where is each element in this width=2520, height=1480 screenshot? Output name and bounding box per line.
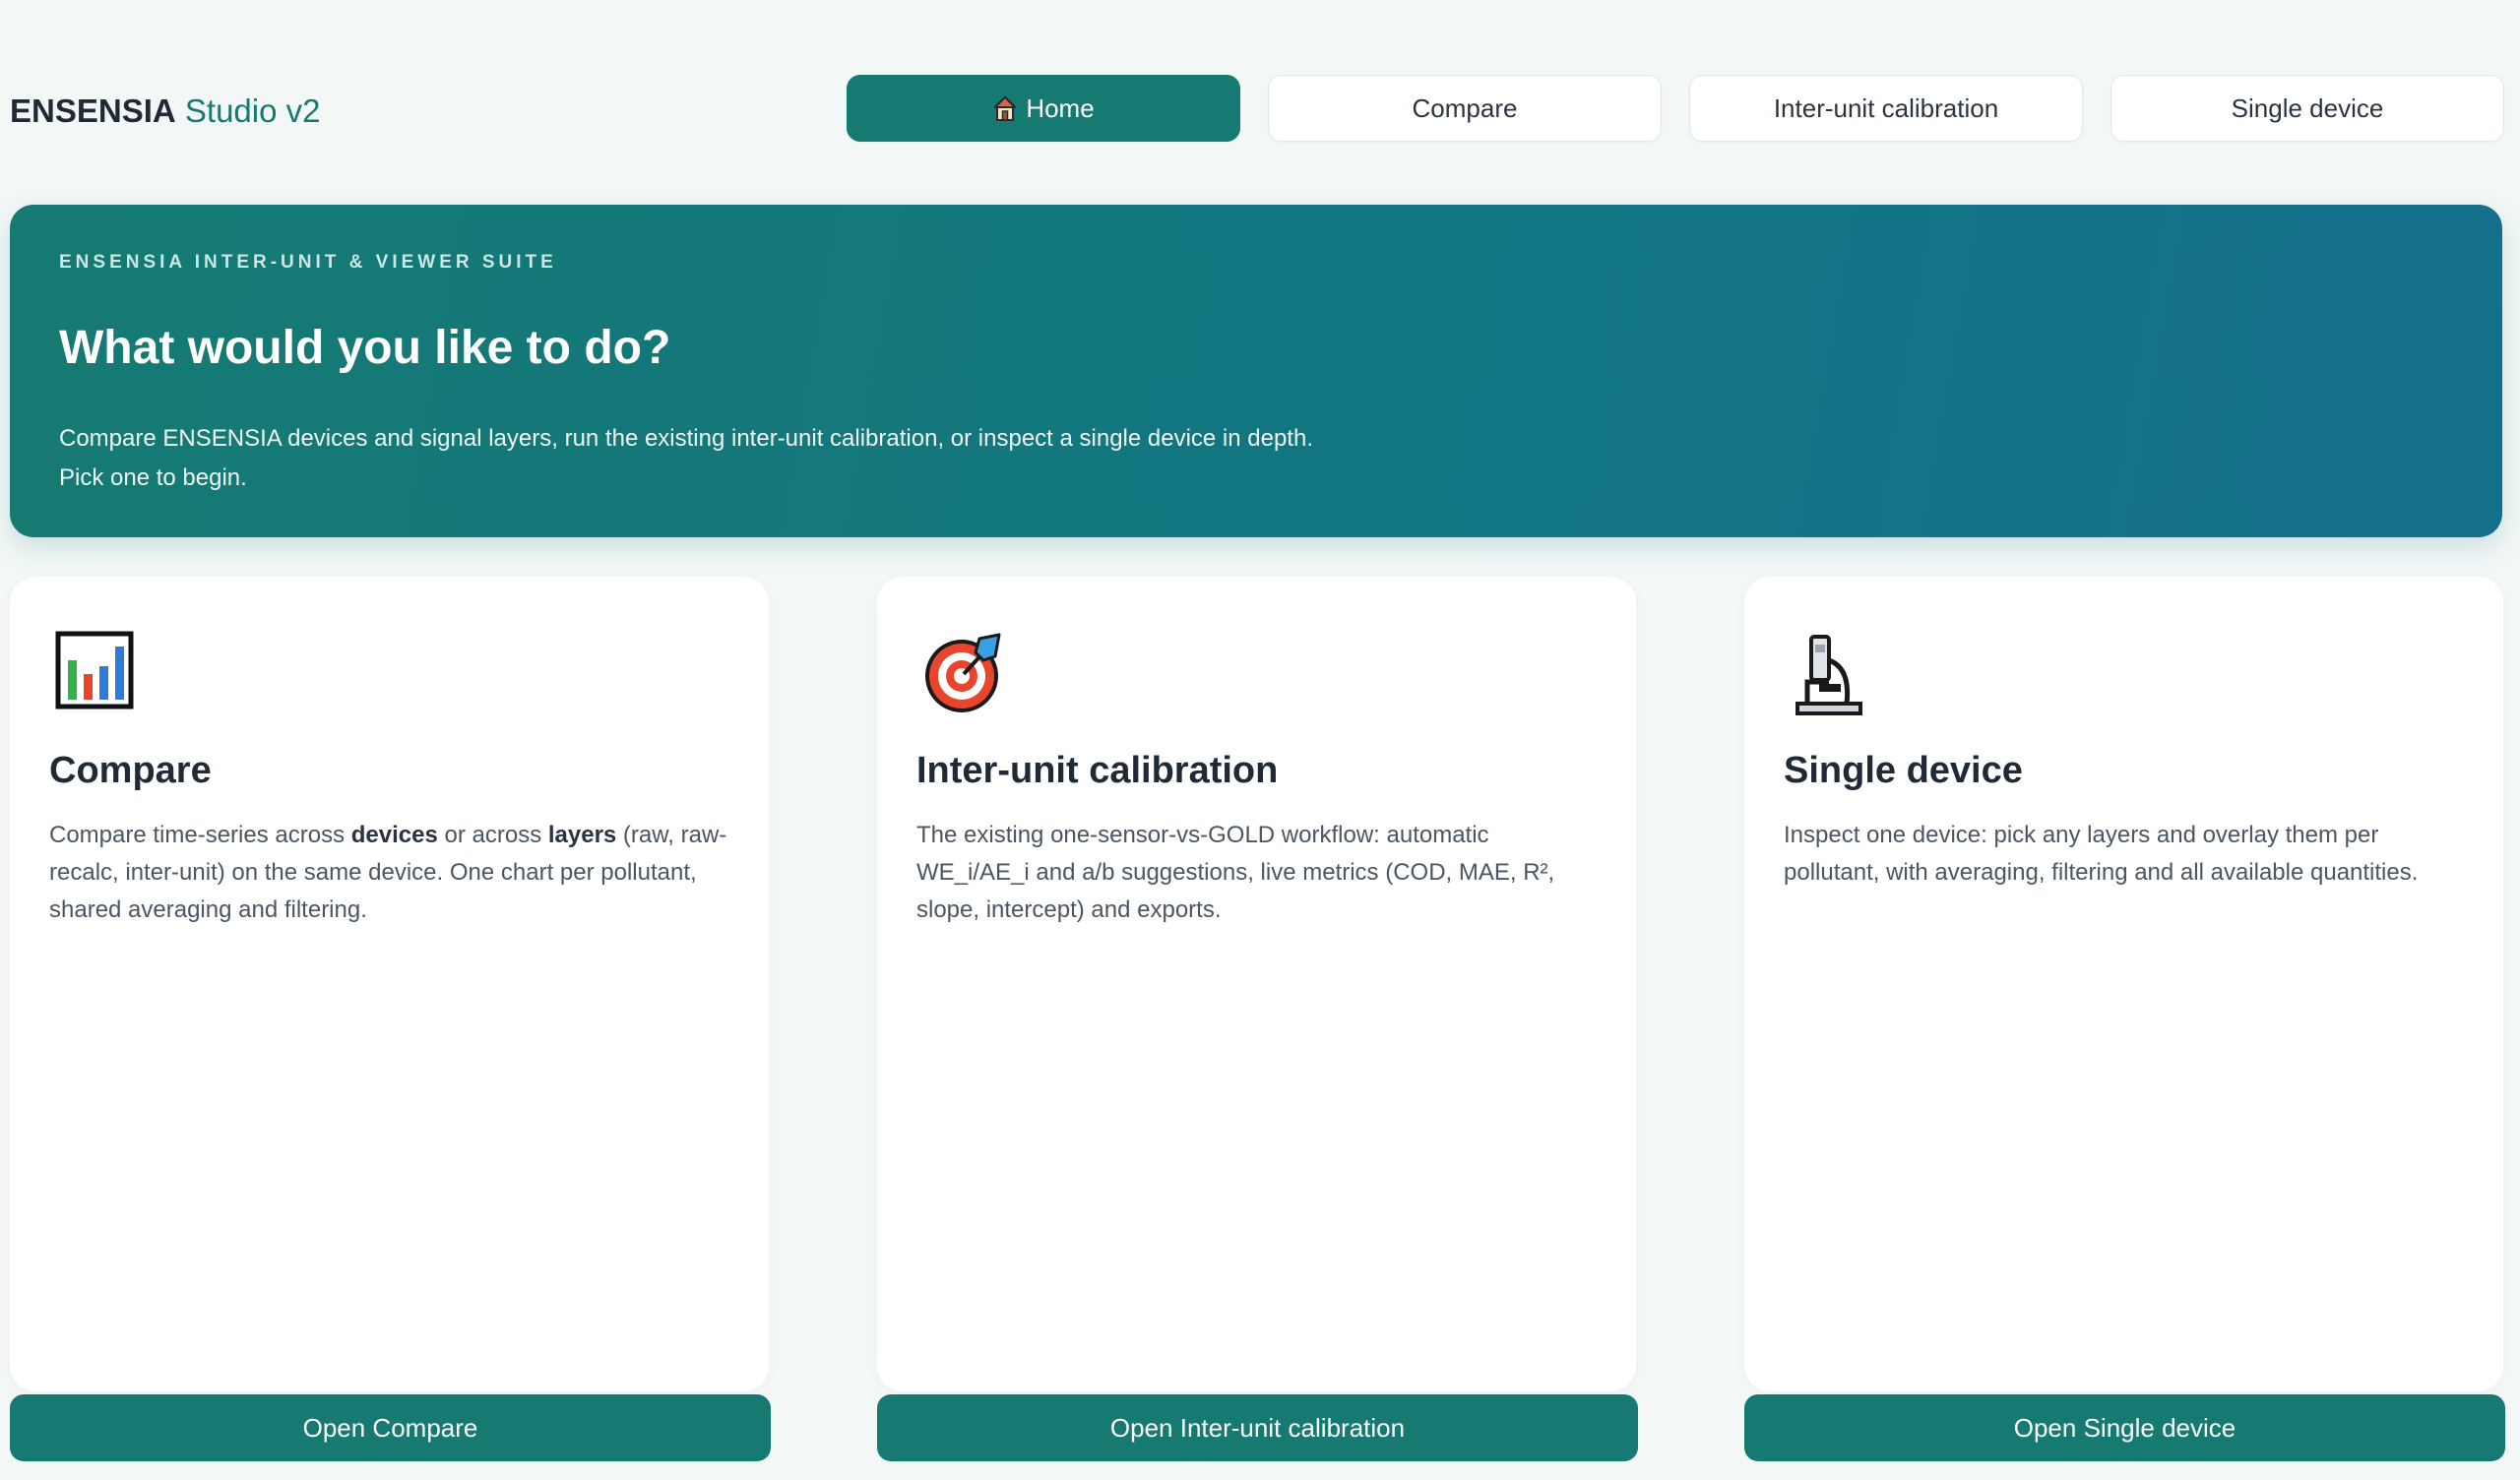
card-compare-desc-text: Compare time-series across bbox=[49, 822, 351, 848]
app-header: ENSENSIA Studio v2 Home Compare Inter-un… bbox=[0, 0, 2520, 197]
target-icon bbox=[922, 631, 1011, 719]
open-single-device-label: Open Single device bbox=[2013, 1412, 2236, 1443]
brand-name: ENSENSIA bbox=[10, 92, 176, 129]
brand-suffix: Studio v2 bbox=[184, 92, 321, 129]
nav-single-device-label: Single device bbox=[2231, 92, 2384, 123]
nav-compare-button[interactable]: Compare bbox=[1268, 75, 1662, 142]
hero-description: Compare ENSENSIA devices and signal laye… bbox=[59, 419, 1437, 498]
open-compare-button[interactable]: Open Compare bbox=[10, 1394, 771, 1461]
card-compare: Compare Compare time-series across devic… bbox=[10, 577, 769, 1391]
app-brand: ENSENSIA Studio v2 bbox=[10, 92, 320, 131]
hero-eyebrow: ENSENSIA INTER-UNIT & VIEWER SUITE bbox=[59, 252, 557, 273]
microscope-icon bbox=[1790, 631, 1878, 719]
card-inter-unit-description: The existing one-sensor-vs-GOLD workflow… bbox=[916, 822, 1555, 923]
bar-chart-icon bbox=[55, 631, 144, 719]
nav-inter-unit-button[interactable]: Inter-unit calibration bbox=[1689, 75, 2083, 142]
card-inter-unit-title: Inter-unit calibration bbox=[916, 750, 1279, 791]
card-compare-desc-text: or across bbox=[437, 822, 548, 848]
hero-description-line: Pick one to begin. bbox=[59, 464, 247, 491]
card-single-device-title: Single device bbox=[1784, 750, 2023, 791]
nav-single-device-button[interactable]: Single device bbox=[2110, 75, 2504, 142]
open-single-device-button[interactable]: Open Single device bbox=[1744, 1394, 2505, 1461]
hero-title: What would you like to do? bbox=[59, 322, 671, 374]
nav-home-button[interactable]: Home bbox=[847, 75, 1240, 142]
open-inter-unit-label: Open Inter-unit calibration bbox=[1109, 1412, 1406, 1443]
card-inter-unit: Inter-unit calibration The existing one-… bbox=[877, 577, 1636, 1391]
card-compare-description: Compare time-series across devices or ac… bbox=[49, 817, 738, 929]
card-single-device: Single device Inspect one device: pick a… bbox=[1744, 577, 2503, 1391]
hero-description-line: Compare ENSENSIA devices and signal laye… bbox=[59, 425, 1314, 452]
open-compare-label: Open Compare bbox=[302, 1412, 478, 1443]
house-icon bbox=[992, 94, 1018, 122]
card-compare-desc-emphasis: devices bbox=[350, 822, 438, 848]
card-single-device-description: Inspect one device: pick any layers and … bbox=[1784, 822, 2419, 886]
nav-home-label: Home bbox=[1026, 92, 1095, 123]
nav-inter-unit-label: Inter-unit calibration bbox=[1773, 92, 1999, 123]
hero-banner: ENSENSIA INTER-UNIT & VIEWER SUITE What … bbox=[10, 205, 2502, 537]
open-inter-unit-button[interactable]: Open Inter-unit calibration bbox=[877, 1394, 1638, 1461]
nav-compare-label: Compare bbox=[1412, 92, 1518, 123]
card-compare-desc-emphasis: layers bbox=[547, 822, 617, 848]
card-compare-title: Compare bbox=[49, 750, 212, 791]
